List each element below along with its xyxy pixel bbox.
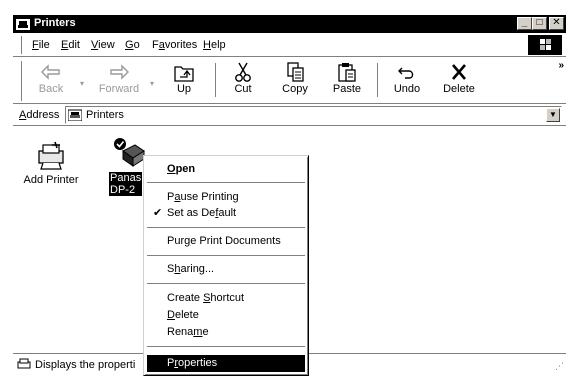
undo-icon [398, 67, 414, 79]
menu-item-purge-documents[interactable]: Purge Print Documents [147, 233, 305, 250]
menu-separator [147, 346, 305, 348]
toolbar-overflow-chevron[interactable]: » [558, 60, 564, 71]
menu-separator [147, 227, 305, 229]
menu-item-delete[interactable]: Delete [147, 307, 305, 324]
maximize-button[interactable]: □ [532, 17, 547, 30]
menu-item-pause-printing[interactable]: Pause Printing [147, 189, 305, 206]
add-printer-icon [38, 141, 64, 170]
menu-edit[interactable]: Edit [61, 39, 80, 51]
delete-x-icon [452, 64, 466, 80]
resize-grip[interactable]: ⋰ [555, 361, 564, 372]
menu-item-set-default[interactable]: ✔ Set as Default [147, 205, 305, 222]
menu-grip[interactable] [19, 36, 22, 54]
menu-file[interactable]: File [32, 39, 50, 51]
windows-logo-throbber [528, 35, 562, 55]
menu-item-open[interactable]: Open [147, 161, 305, 178]
printer-folder-icon [68, 109, 82, 121]
menu-item-rename[interactable]: Rename [147, 324, 305, 341]
copy-icon [287, 62, 304, 82]
address-label: Address [19, 109, 60, 121]
back-dropdown[interactable]: ▾ [80, 79, 84, 88]
cut-button[interactable]: Cut [217, 60, 269, 102]
minimize-button[interactable]: _ [517, 17, 532, 30]
menu-item-properties[interactable]: Properties [147, 355, 305, 372]
menu-bar: File Edit View Go Favorites Help [13, 33, 566, 57]
paste-clipboard-icon [338, 63, 356, 82]
printer-default-icon [114, 138, 145, 167]
toolbar-separator [377, 63, 379, 97]
address-value: Printers [86, 109, 124, 121]
window-title: Printers [34, 17, 76, 29]
menu-favorites[interactable]: Favorites [152, 39, 197, 51]
up-folder-icon [174, 66, 194, 82]
forward-arrow-icon [110, 64, 129, 80]
paste-button[interactable]: Paste [321, 60, 373, 102]
status-text: Displays the properti [35, 359, 136, 371]
close-button[interactable]: ✕ [549, 17, 564, 30]
address-bar: Address Printers ▼ [13, 105, 566, 126]
forward-button[interactable]: Forward [93, 60, 145, 102]
menu-item-create-shortcut[interactable]: Create Shortcut [147, 290, 305, 307]
undo-button[interactable]: Undo [381, 60, 433, 102]
copy-button[interactable]: Copy [269, 60, 321, 102]
menu-item-sharing[interactable]: Sharing... [147, 261, 305, 278]
menu-separator [147, 283, 305, 285]
menu-go[interactable]: Go [125, 39, 140, 51]
forward-dropdown[interactable]: ▾ [150, 79, 154, 88]
menu-separator [147, 182, 305, 184]
back-button[interactable]: Back [25, 60, 77, 102]
delete-button[interactable]: Delete [433, 60, 485, 102]
windows-logo-icon [540, 39, 551, 50]
back-arrow-icon [41, 64, 60, 80]
title-bar[interactable]: Printers _ □ ✕ [13, 15, 566, 33]
menu-help[interactable]: Help [203, 39, 226, 51]
standard-toolbar: Back ▾ Forward ▾ Up Cut Copy Paste Undo … [13, 57, 566, 104]
scissors-icon [235, 62, 251, 82]
menu-view[interactable]: View [91, 39, 115, 51]
add-printer-label: Add Printer [23, 174, 79, 186]
toolbar-grip[interactable] [19, 61, 22, 101]
printer-status-icon [17, 358, 31, 369]
context-menu: Open Pause Printing ✔ Set as Default Purg… [143, 155, 309, 376]
add-printer-item[interactable]: Add Printer [20, 139, 82, 186]
printer-label: Panas DP-2 [109, 172, 143, 196]
address-dropdown-button[interactable]: ▼ [546, 108, 560, 122]
up-button[interactable]: Up [158, 60, 210, 102]
address-field[interactable]: Printers ▼ [65, 106, 562, 124]
menu-separator [147, 255, 305, 257]
checkmark-icon: ✔ [153, 207, 163, 219]
printer-folder-icon [16, 19, 30, 30]
